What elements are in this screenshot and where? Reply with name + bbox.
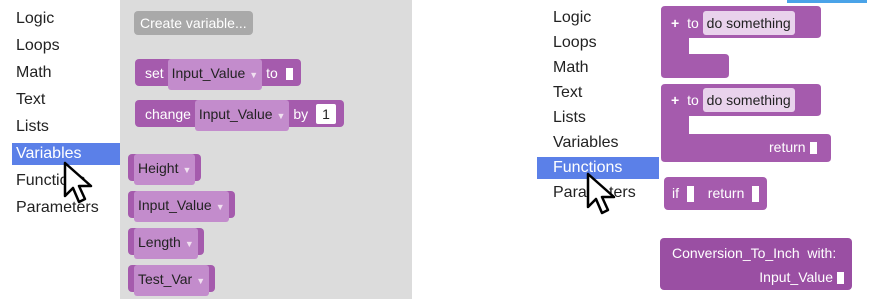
with-label: with: bbox=[807, 245, 837, 261]
category-logic[interactable]: Logic bbox=[16, 10, 54, 28]
variable-block-input-value[interactable]: Input_Value ▼ bbox=[128, 191, 235, 222]
return-label: return bbox=[769, 139, 817, 155]
procedure-definition-header: + to do something bbox=[671, 11, 795, 35]
category-lists-right[interactable]: Lists bbox=[553, 109, 586, 127]
variable-block-length[interactable]: Length ▼ bbox=[128, 228, 204, 259]
return-input-slot bbox=[809, 142, 817, 155]
value-input-slot bbox=[285, 68, 293, 81]
set-variable-dropdown[interactable]: Input_Value ▼ bbox=[167, 59, 263, 90]
category-logic-right[interactable]: Logic bbox=[553, 9, 591, 27]
parameter-input-slot bbox=[837, 272, 844, 285]
category-variables-right[interactable]: Variables bbox=[553, 134, 619, 152]
conversion-to-inch-call-block[interactable]: Conversion_To_Inch with: Input_Value bbox=[660, 238, 852, 290]
plus-icon-2[interactable]: + bbox=[671, 92, 679, 108]
category-math-right[interactable]: Math bbox=[553, 59, 589, 77]
call-function-name: Conversion_To_Inch with: bbox=[672, 245, 837, 261]
by-label: by bbox=[293, 106, 309, 122]
category-loops-right[interactable]: Loops bbox=[553, 34, 597, 52]
right-panel: Logic Loops Math Text Lists Variables Fu… bbox=[537, 0, 890, 299]
procedure-with-return-header: + to do something bbox=[671, 88, 795, 112]
to-label-1: to bbox=[687, 15, 699, 31]
to-label-2: to bbox=[687, 92, 699, 108]
change-variable-dropdown[interactable]: Input_Value ▼ bbox=[194, 100, 290, 131]
function-name-field-1[interactable]: do something bbox=[702, 11, 795, 35]
variable-dropdown-test-var[interactable]: Test_Var ▼ bbox=[134, 265, 210, 296]
create-variable-button[interactable]: Create variable... bbox=[134, 11, 253, 35]
change-variable-block[interactable]: change Input_Value ▼ by 1 bbox=[135, 100, 345, 131]
category-math[interactable]: Math bbox=[16, 64, 52, 82]
if-return-block[interactable]: if return bbox=[664, 177, 768, 210]
category-loops[interactable]: Loops bbox=[16, 37, 60, 55]
variable-dropdown-length[interactable]: Length ▼ bbox=[134, 228, 198, 259]
change-label: change bbox=[145, 106, 191, 122]
set-variable-block[interactable]: set Input_Value ▼ to bbox=[135, 59, 301, 90]
variable-block-test-var[interactable]: Test_Var ▼ bbox=[128, 265, 216, 296]
condition-input-slot bbox=[686, 186, 694, 203]
function-name-field-2[interactable]: do something bbox=[702, 88, 795, 112]
mouse-cursor-icon-right bbox=[586, 172, 616, 215]
plus-icon[interactable]: + bbox=[671, 15, 679, 31]
if-return-label: return bbox=[707, 185, 745, 201]
mouse-cursor-icon bbox=[63, 161, 93, 204]
if-return-input-slot bbox=[752, 186, 760, 203]
category-text-right[interactable]: Text bbox=[553, 84, 582, 102]
if-label: if bbox=[672, 185, 679, 201]
variable-dropdown-input-value[interactable]: Input_Value ▼ bbox=[134, 191, 229, 222]
change-amount-field[interactable]: 1 bbox=[316, 104, 337, 124]
top-accent-bar-right bbox=[787, 0, 867, 3]
category-lists[interactable]: Lists bbox=[16, 118, 49, 136]
to-label: to bbox=[266, 65, 278, 81]
call-parameter-label: Input_Value bbox=[759, 269, 844, 285]
set-label: set bbox=[145, 65, 164, 81]
left-panel: Logic Loops Math Text Lists Variables Fu… bbox=[0, 0, 415, 299]
variable-block-height[interactable]: Height ▼ bbox=[128, 154, 202, 185]
variable-dropdown-height[interactable]: Height ▼ bbox=[134, 154, 196, 185]
category-text[interactable]: Text bbox=[16, 91, 45, 109]
